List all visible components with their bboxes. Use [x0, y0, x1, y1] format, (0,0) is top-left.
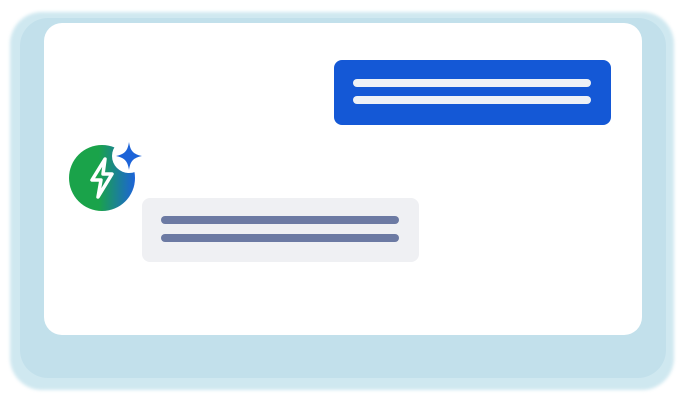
assistant-message-line [161, 234, 399, 242]
illustration [0, 0, 686, 402]
chat-card [44, 23, 642, 335]
assistant-message-bubble [142, 198, 419, 262]
assistant-message-line [161, 216, 399, 224]
user-message-line [353, 96, 591, 104]
user-message-line [353, 79, 591, 87]
assistant-avatar [69, 141, 144, 211]
user-message-bubble [334, 60, 611, 125]
